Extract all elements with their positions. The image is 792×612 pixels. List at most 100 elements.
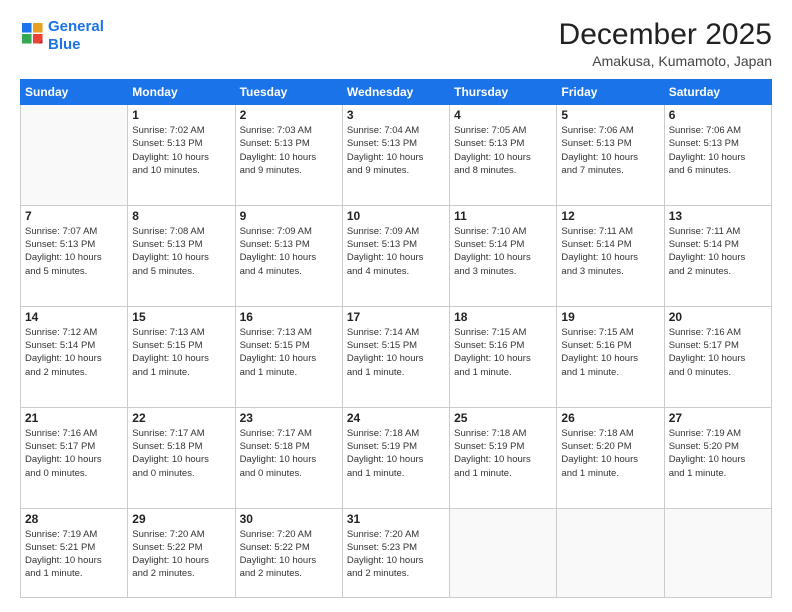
- day-number: 9: [240, 209, 338, 223]
- day-info: Sunrise: 7:09 AM Sunset: 5:13 PM Dayligh…: [240, 225, 338, 278]
- day-info: Sunrise: 7:20 AM Sunset: 5:22 PM Dayligh…: [240, 528, 338, 581]
- day-info: Sunrise: 7:08 AM Sunset: 5:13 PM Dayligh…: [132, 225, 230, 278]
- day-info: Sunrise: 7:18 AM Sunset: 5:19 PM Dayligh…: [454, 427, 552, 480]
- day-info: Sunrise: 7:03 AM Sunset: 5:13 PM Dayligh…: [240, 124, 338, 177]
- day-info: Sunrise: 7:16 AM Sunset: 5:17 PM Dayligh…: [669, 326, 767, 379]
- day-info: Sunrise: 7:06 AM Sunset: 5:13 PM Dayligh…: [561, 124, 659, 177]
- day-info: Sunrise: 7:13 AM Sunset: 5:15 PM Dayligh…: [240, 326, 338, 379]
- day-info: Sunrise: 7:06 AM Sunset: 5:13 PM Dayligh…: [669, 124, 767, 177]
- day-number: 30: [240, 512, 338, 526]
- calendar-cell: 18Sunrise: 7:15 AM Sunset: 5:16 PM Dayli…: [450, 306, 557, 407]
- day-info: Sunrise: 7:17 AM Sunset: 5:18 PM Dayligh…: [132, 427, 230, 480]
- day-number: 17: [347, 310, 445, 324]
- day-number: 31: [347, 512, 445, 526]
- day-number: 3: [347, 108, 445, 122]
- day-number: 8: [132, 209, 230, 223]
- calendar-cell: 28 Sunrise: 7:19 AM Sunset: 5:21 PM Dayli…: [21, 508, 128, 597]
- day-number: 26: [561, 411, 659, 425]
- day-info: Sunrise: 7:05 AM Sunset: 5:13 PM Dayligh…: [454, 124, 552, 177]
- calendar-cell: 4 Sunrise: 7:05 AM Sunset: 5:13 PM Daylig…: [450, 105, 557, 206]
- location: Amakusa, Kumamoto, Japan: [559, 53, 772, 69]
- calendar-cell: 27Sunrise: 7:19 AM Sunset: 5:20 PM Dayli…: [664, 407, 771, 508]
- day-number: 21: [25, 411, 123, 425]
- calendar-cell: 3 Sunrise: 7:04 AM Sunset: 5:13 PM Daylig…: [342, 105, 449, 206]
- calendar-week-row: 1Sunrise: 7:02 AM Sunset: 5:13 PM Daylig…: [21, 105, 772, 206]
- calendar-cell: 5 Sunrise: 7:06 AM Sunset: 5:13 PM Daylig…: [557, 105, 664, 206]
- calendar-cell: [557, 508, 664, 597]
- day-info: Sunrise: 7:11 AM Sunset: 5:14 PM Dayligh…: [669, 225, 767, 278]
- calendar-cell: 20 Sunrise: 7:16 AM Sunset: 5:17 PM Dayli…: [664, 306, 771, 407]
- calendar-cell: 9 Sunrise: 7:09 AM Sunset: 5:13 PM Daylig…: [235, 205, 342, 306]
- calendar-cell: 21 Sunrise: 7:16 AM Sunset: 5:17 PM Dayli…: [21, 407, 128, 508]
- col-header-friday: Friday: [557, 80, 664, 105]
- day-number: 28: [25, 512, 123, 526]
- day-number: 2: [240, 108, 338, 122]
- day-number: 29: [132, 512, 230, 526]
- logo-text: GeneralBlue: [48, 18, 104, 54]
- calendar-cell: 23 Sunrise: 7:17 AM Sunset: 5:18 PM Dayli…: [235, 407, 342, 508]
- day-info: Sunrise: 7:04 AM Sunset: 5:13 PM Dayligh…: [347, 124, 445, 177]
- day-info: Sunrise: 7:07 AM Sunset: 5:13 PM Dayligh…: [25, 225, 123, 278]
- calendar-page: GeneralBlue December 2025 Amakusa, Kumam…: [0, 0, 792, 612]
- day-info: Sunrise: 7:18 AM Sunset: 5:20 PM Dayligh…: [561, 427, 659, 480]
- day-number: 27: [669, 411, 767, 425]
- calendar-cell: [21, 105, 128, 206]
- day-number: 23: [240, 411, 338, 425]
- day-info: Sunrise: 7:18 AM Sunset: 5:19 PM Dayligh…: [347, 427, 445, 480]
- day-info: Sunrise: 7:16 AM Sunset: 5:17 PM Dayligh…: [25, 427, 123, 480]
- calendar-cell: 14Sunrise: 7:12 AM Sunset: 5:14 PM Dayli…: [21, 306, 128, 407]
- col-header-monday: Monday: [128, 80, 235, 105]
- day-info: Sunrise: 7:13 AM Sunset: 5:15 PM Dayligh…: [132, 326, 230, 379]
- calendar-cell: 16Sunrise: 7:13 AM Sunset: 5:15 PM Dayli…: [235, 306, 342, 407]
- day-number: 6: [669, 108, 767, 122]
- day-info: Sunrise: 7:09 AM Sunset: 5:13 PM Dayligh…: [347, 225, 445, 278]
- day-number: 14: [25, 310, 123, 324]
- day-number: 20: [669, 310, 767, 324]
- page-header: GeneralBlue December 2025 Amakusa, Kumam…: [20, 18, 772, 69]
- calendar-cell: 10 Sunrise: 7:09 AM Sunset: 5:13 PM Dayli…: [342, 205, 449, 306]
- day-number: 22: [132, 411, 230, 425]
- day-info: Sunrise: 7:20 AM Sunset: 5:22 PM Dayligh…: [132, 528, 230, 581]
- title-block: December 2025 Amakusa, Kumamoto, Japan: [559, 18, 772, 69]
- day-info: Sunrise: 7:20 AM Sunset: 5:23 PM Dayligh…: [347, 528, 445, 581]
- calendar-cell: 26 Sunrise: 7:18 AM Sunset: 5:20 PM Dayli…: [557, 407, 664, 508]
- calendar-cell: 22 Sunrise: 7:17 AM Sunset: 5:18 PM Dayli…: [128, 407, 235, 508]
- col-header-sunday: Sunday: [21, 80, 128, 105]
- day-number: 1: [132, 108, 230, 122]
- calendar-cell: 8 Sunrise: 7:08 AM Sunset: 5:13 PM Daylig…: [128, 205, 235, 306]
- day-info: Sunrise: 7:15 AM Sunset: 5:16 PM Dayligh…: [561, 326, 659, 379]
- calendar-cell: 31 Sunrise: 7:20 AM Sunset: 5:23 PM Dayli…: [342, 508, 449, 597]
- calendar-cell: 15 Sunrise: 7:13 AM Sunset: 5:15 PM Dayli…: [128, 306, 235, 407]
- calendar-cell: 11Sunrise: 7:10 AM Sunset: 5:14 PM Dayli…: [450, 205, 557, 306]
- calendar-cell: 25Sunrise: 7:18 AM Sunset: 5:19 PM Dayli…: [450, 407, 557, 508]
- calendar-cell: 13 Sunrise: 7:11 AM Sunset: 5:14 PM Dayli…: [664, 205, 771, 306]
- day-number: 5: [561, 108, 659, 122]
- calendar-cell: [450, 508, 557, 597]
- day-number: 15: [132, 310, 230, 324]
- calendar-cell: 30 Sunrise: 7:20 AM Sunset: 5:22 PM Dayli…: [235, 508, 342, 597]
- calendar-week-row: 14Sunrise: 7:12 AM Sunset: 5:14 PM Dayli…: [21, 306, 772, 407]
- day-info: Sunrise: 7:15 AM Sunset: 5:16 PM Dayligh…: [454, 326, 552, 379]
- day-number: 7: [25, 209, 123, 223]
- day-number: 4: [454, 108, 552, 122]
- day-info: Sunrise: 7:19 AM Sunset: 5:21 PM Dayligh…: [25, 528, 123, 581]
- day-info: Sunrise: 7:10 AM Sunset: 5:14 PM Dayligh…: [454, 225, 552, 278]
- day-info: Sunrise: 7:11 AM Sunset: 5:14 PM Dayligh…: [561, 225, 659, 278]
- day-number: 19: [561, 310, 659, 324]
- calendar-cell: 2 Sunrise: 7:03 AM Sunset: 5:13 PM Daylig…: [235, 105, 342, 206]
- logo: GeneralBlue: [20, 18, 104, 54]
- day-info: Sunrise: 7:14 AM Sunset: 5:15 PM Dayligh…: [347, 326, 445, 379]
- calendar-week-row: 7 Sunrise: 7:07 AM Sunset: 5:13 PM Daylig…: [21, 205, 772, 306]
- calendar-cell: 7 Sunrise: 7:07 AM Sunset: 5:13 PM Daylig…: [21, 205, 128, 306]
- calendar-week-row: 28 Sunrise: 7:19 AM Sunset: 5:21 PM Dayli…: [21, 508, 772, 597]
- month-title: December 2025: [559, 18, 772, 51]
- calendar-week-row: 21 Sunrise: 7:16 AM Sunset: 5:17 PM Dayli…: [21, 407, 772, 508]
- day-number: 10: [347, 209, 445, 223]
- logo-icon: [22, 23, 44, 45]
- calendar-cell: 6 Sunrise: 7:06 AM Sunset: 5:13 PM Daylig…: [664, 105, 771, 206]
- day-number: 13: [669, 209, 767, 223]
- day-info: Sunrise: 7:17 AM Sunset: 5:18 PM Dayligh…: [240, 427, 338, 480]
- calendar-cell: 17 Sunrise: 7:14 AM Sunset: 5:15 PM Dayli…: [342, 306, 449, 407]
- calendar-header-row: SundayMondayTuesdayWednesdayThursdayFrid…: [21, 80, 772, 105]
- calendar-cell: 1Sunrise: 7:02 AM Sunset: 5:13 PM Daylig…: [128, 105, 235, 206]
